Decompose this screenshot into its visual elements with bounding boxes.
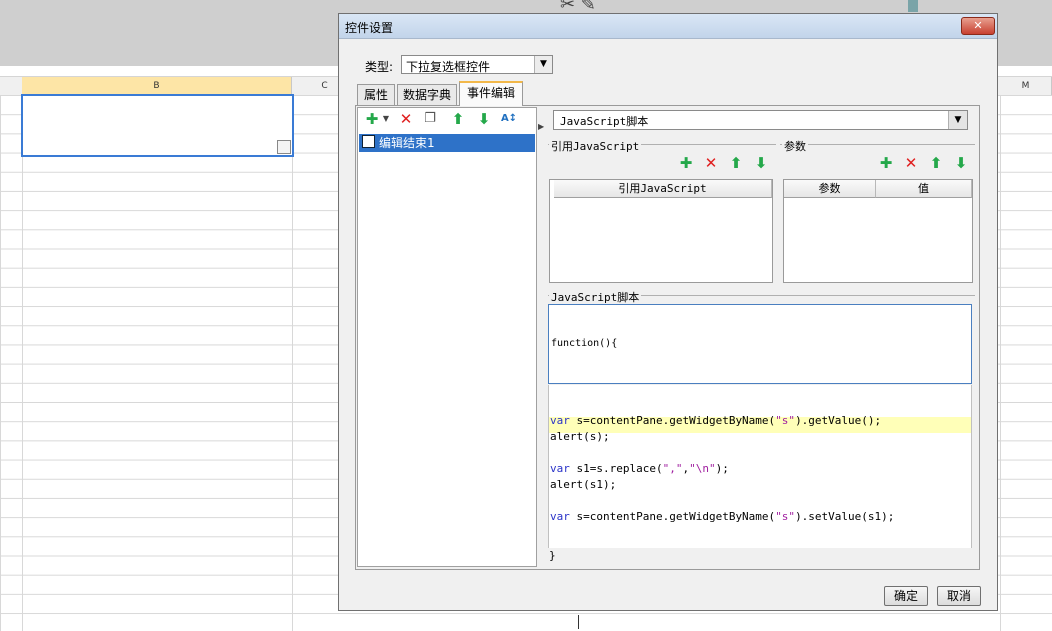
- selected-cell[interactable]: [21, 94, 294, 157]
- type-select-value: 下拉复选框控件: [406, 60, 491, 74]
- type-select[interactable]: 下拉复选框控件 ▼: [401, 55, 553, 74]
- add-param-icon[interactable]: ✚: [877, 154, 895, 172]
- code-line: var s=contentPane.getWidgetByName("s").g…: [550, 414, 882, 427]
- ok-button[interactable]: 确定: [884, 586, 928, 606]
- toolbar-icons: ✂ ✎: [560, 0, 596, 15]
- delete-event-icon[interactable]: ✕: [397, 110, 415, 128]
- delete-ref-icon[interactable]: ✕: [702, 154, 720, 172]
- event-list: [357, 107, 537, 567]
- ref-js-group-label: 引用JavaScript: [549, 138, 642, 154]
- cell-widget-handle[interactable]: [277, 140, 291, 154]
- move-up-icon[interactable]: ⬆: [449, 110, 467, 128]
- cursor-mark: [578, 615, 579, 629]
- dialog-title: 控件设置: [345, 21, 394, 35]
- chevron-down-icon[interactable]: ▼: [534, 56, 552, 73]
- code-line: var s1=s.replace(",","\n");: [550, 462, 729, 475]
- tab-properties[interactable]: 属性: [357, 84, 395, 105]
- code-line: alert(s);: [550, 430, 610, 443]
- code-editor[interactable]: var s=contentPane.getWidgetByName("s").g…: [548, 385, 972, 548]
- event-item-label: 编辑结束1: [379, 136, 435, 150]
- dialog-titlebar[interactable]: 控件设置 ✕: [339, 14, 997, 39]
- move-up-icon[interactable]: ⬆: [927, 154, 945, 172]
- close-button[interactable]: ✕: [961, 17, 995, 35]
- grid-line: [1000, 95, 1001, 631]
- param-column-header[interactable]: 参数: [784, 180, 876, 198]
- event-icon: [362, 135, 375, 148]
- pane-splitter[interactable]: ▶: [538, 122, 544, 132]
- function-header: function(){: [551, 338, 618, 349]
- cancel-button[interactable]: 取消: [937, 586, 981, 606]
- tab-data-dictionary[interactable]: 数据字典: [397, 84, 457, 105]
- move-up-icon[interactable]: ⬆: [727, 154, 745, 172]
- delete-param-icon[interactable]: ✕: [902, 154, 920, 172]
- widget-settings-dialog: 控件设置 ✕ 类型: 下拉复选框控件 ▼ 属性 数据字典 事件编辑 ✚ ▼ ✕ …: [338, 13, 998, 611]
- function-header-box: function(){: [548, 304, 972, 384]
- column-header-m[interactable]: M: [1000, 77, 1052, 95]
- column-header-b[interactable]: B: [22, 77, 292, 95]
- chevron-down-icon[interactable]: ▼: [948, 111, 967, 129]
- code-line: var s=contentPane.getWidgetByName("s").s…: [550, 510, 895, 523]
- ref-js-column-header[interactable]: 引用JavaScript: [554, 180, 772, 198]
- event-item[interactable]: 编辑结束1: [359, 134, 535, 152]
- copy-icon[interactable]: ❐: [421, 110, 439, 128]
- move-down-icon[interactable]: ⬇: [752, 154, 770, 172]
- param-group-label: 参数: [782, 138, 808, 154]
- grid-line: [22, 95, 23, 631]
- type-label: 类型:: [365, 60, 394, 74]
- value-column-header[interactable]: 值: [876, 180, 972, 198]
- tab-event-editor[interactable]: 事件编辑: [459, 81, 523, 106]
- param-table[interactable]: 参数 值: [783, 179, 973, 283]
- closing-brace: }: [549, 549, 556, 562]
- move-down-icon[interactable]: ⬇: [475, 110, 493, 128]
- sort-icon[interactable]: A↕: [500, 110, 518, 128]
- toolbar-marker: [908, 0, 918, 12]
- move-down-icon[interactable]: ⬇: [952, 154, 970, 172]
- add-ref-icon[interactable]: ✚: [677, 154, 695, 172]
- chevron-down-icon[interactable]: ▼: [377, 110, 395, 128]
- script-type-value: JavaScript脚本: [560, 115, 649, 128]
- code-line: alert(s1);: [550, 478, 617, 491]
- divider: [780, 144, 975, 145]
- js-script-group-label: JavaScript脚本: [549, 289, 642, 305]
- script-type-select[interactable]: JavaScript脚本 ▼: [553, 110, 968, 130]
- ref-js-table[interactable]: 引用JavaScript: [549, 179, 773, 283]
- grid-line: [292, 95, 293, 631]
